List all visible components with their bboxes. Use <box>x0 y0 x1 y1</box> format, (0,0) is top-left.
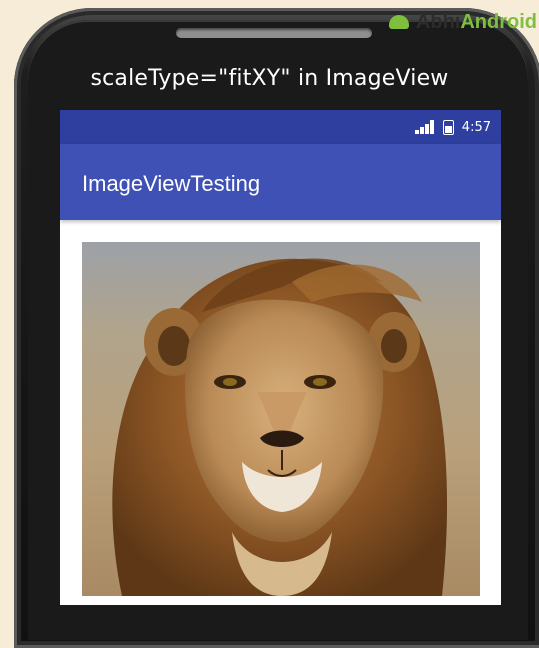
device-screen: 4:57 ImageViewTesting <box>60 110 501 605</box>
status-time: 4:57 <box>461 119 491 135</box>
signal-icon <box>414 120 435 134</box>
phone-speaker <box>176 28 372 38</box>
battery-icon <box>442 119 454 135</box>
app-title: ImageViewTesting <box>82 171 261 196</box>
watermark-logo: Abhi Android <box>386 8 537 36</box>
watermark-text-2: Android <box>460 10 537 33</box>
watermark-text-1: Abhi <box>415 10 461 33</box>
android-robot-icon <box>386 13 412 31</box>
caption-text: scaleType="fitXY" in ImageView <box>90 66 449 91</box>
lion-illustration <box>112 258 448 596</box>
status-icons: 4:57 <box>414 110 491 144</box>
status-bar: 4:57 <box>60 110 501 144</box>
lion-image <box>82 242 480 596</box>
app-bar: ImageViewTesting <box>60 144 501 220</box>
